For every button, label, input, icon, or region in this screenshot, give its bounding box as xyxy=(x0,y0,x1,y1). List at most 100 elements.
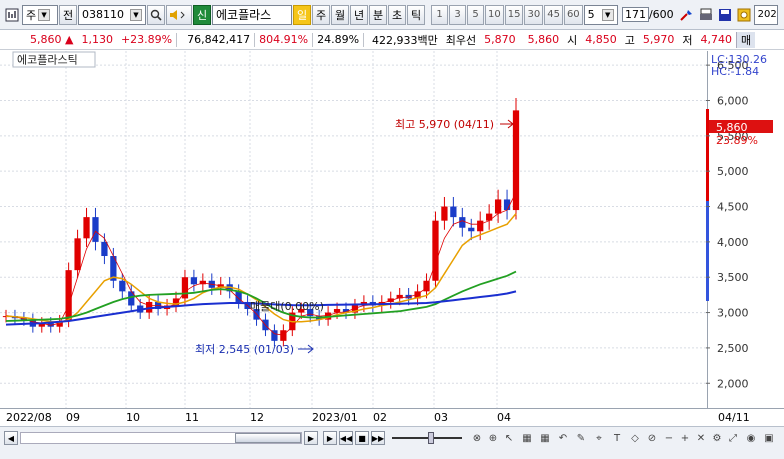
undo-icon[interactable]: ↶ xyxy=(556,432,570,444)
print-icon[interactable] xyxy=(697,5,715,25)
play-button[interactable]: ▶ xyxy=(323,431,337,445)
expand-icon[interactable]: ⤢ xyxy=(726,432,740,444)
date-field[interactable]: 2023 xyxy=(753,4,778,25)
candle-body xyxy=(450,206,457,218)
stock-name-field[interactable]: 에코플라스 xyxy=(212,4,292,25)
interval-3[interactable]: 3 xyxy=(449,4,466,25)
change: 1,130 xyxy=(81,33,113,46)
table-icon[interactable]: ▦ xyxy=(520,432,534,444)
scroll-track[interactable] xyxy=(20,432,302,444)
grid-icon[interactable]: ▦ xyxy=(538,432,552,444)
trade-tab[interactable]: 매 xyxy=(736,31,756,48)
current-pct-value: 23.89% xyxy=(716,134,758,147)
cursor-icon[interactable]: ⌖ xyxy=(592,432,606,444)
tab-tick[interactable]: 틱 xyxy=(407,4,425,25)
interval-5[interactable]: 5 xyxy=(467,4,484,25)
date-tick: 2022/08 xyxy=(6,411,52,424)
tool-icon[interactable]: ⊗ xyxy=(470,432,484,444)
zoom-slider-thumb[interactable] xyxy=(428,432,434,444)
candle-body xyxy=(468,227,475,232)
zoom-icon[interactable]: ⊕ xyxy=(486,432,500,444)
minus-icon[interactable]: − xyxy=(662,432,676,444)
change-pct: +23.89% xyxy=(120,33,173,46)
count-field[interactable]: 171/600 xyxy=(619,5,677,25)
price-tick-label: 5,000 xyxy=(717,165,749,178)
candle-body xyxy=(181,277,189,299)
navigation-bar: ◀ ▶ ▶ ◀◀ ■ ▶▶ ⊗ ⊕ ↖ ▦ ▦ ↶ ✎ ⌖ T ◇ ⊘ − + … xyxy=(0,426,784,459)
date-tick: 12 xyxy=(250,411,264,424)
date-tick-right: 04/11 xyxy=(718,411,750,424)
interval-15[interactable]: 15 xyxy=(504,4,524,25)
high-label: 고 xyxy=(624,33,635,47)
save-icon[interactable] xyxy=(716,5,734,25)
camera-icon[interactable]: ◉ xyxy=(744,432,758,444)
tab-month[interactable]: 월 xyxy=(331,4,349,25)
low-annotation: 최저 2,545 (01/03) xyxy=(195,343,294,356)
date-tick: 02 xyxy=(373,411,387,424)
volume: 76,842,417 xyxy=(187,33,251,46)
settings-icon[interactable]: ⚙ xyxy=(710,432,724,444)
date-axis: 2022/08 09 10 11 12 2023/01 02 03 04 04/… xyxy=(0,408,784,426)
legend-label: 에코플라스틱 xyxy=(17,54,78,67)
layout-icon[interactable]: ▣ xyxy=(762,432,776,444)
best-bid: 5,860 xyxy=(527,33,560,46)
price-chart[interactable]: 2,0002,5003,0003,5004,0004,5005,0005,500… xyxy=(0,51,784,408)
speaker-button[interactable] xyxy=(166,4,192,25)
interval-10[interactable]: 10 xyxy=(485,4,504,25)
volume-ratio: 804.91% xyxy=(259,33,309,46)
price-tick-label: 4,000 xyxy=(717,236,749,249)
eraser-icon[interactable]: ⊘ xyxy=(645,432,659,444)
zoom-slider[interactable] xyxy=(392,437,462,439)
candle-body xyxy=(441,206,448,221)
scroll-left-button[interactable]: ◀ xyxy=(4,431,18,445)
count-total: /600 xyxy=(648,8,674,21)
interval-60[interactable]: 60 xyxy=(563,4,583,25)
interval-30[interactable]: 30 xyxy=(524,4,544,25)
low-label: 저 xyxy=(682,33,693,47)
tab-week[interactable]: 주 xyxy=(312,4,330,25)
stop-button[interactable]: ■ xyxy=(355,431,369,445)
high-price: 5,970 xyxy=(642,33,675,46)
chart-menu-icon[interactable] xyxy=(3,5,21,25)
speaker-icon xyxy=(170,9,185,20)
draw-icon[interactable]: ✎ xyxy=(574,432,588,444)
shape-icon[interactable]: ◇ xyxy=(628,432,642,444)
candle-body xyxy=(74,238,81,271)
close-icon[interactable]: ✕ xyxy=(694,432,708,444)
quote-bar: 5,860 ▲ 1,130 +23.89% 76,842,417 804.91%… xyxy=(0,30,784,50)
interval-45[interactable]: 45 xyxy=(544,4,563,25)
period-button[interactable]: 전 xyxy=(59,4,77,25)
chevron-down-icon: ▼ xyxy=(130,8,142,21)
text-icon[interactable]: T xyxy=(610,432,624,444)
market-select[interactable]: 주 ▼ xyxy=(22,4,58,25)
plus-icon[interactable]: + xyxy=(678,432,692,444)
candle-body xyxy=(477,220,484,232)
toolbar: 주 ▼ 전 038110 ▼ 신 에코플라스 일 주 월 년 분 초 틱 1 3 5… xyxy=(0,0,784,30)
search-button[interactable] xyxy=(147,4,165,25)
gear-icon[interactable] xyxy=(735,5,753,25)
scroll-thumb[interactable] xyxy=(235,433,301,443)
ma-line-ma60 xyxy=(5,270,517,322)
down-volume-bar xyxy=(706,201,709,301)
search-icon xyxy=(150,9,162,21)
open-price: 4,850 xyxy=(585,33,617,46)
interval-1[interactable]: 1 xyxy=(431,4,448,25)
scroll-right-button[interactable]: ▶ xyxy=(304,431,318,445)
new-badge[interactable]: 신 xyxy=(193,4,211,25)
high-arrow-icon xyxy=(500,119,514,129)
tab-year[interactable]: 년 xyxy=(350,4,368,25)
best-ask: 5,870 xyxy=(484,33,516,46)
tools-icon[interactable] xyxy=(678,5,696,25)
open-label: 시 xyxy=(567,33,578,47)
price-axis: 2,0002,5003,0003,5004,0004,5005,0005,500… xyxy=(706,59,749,390)
pointer-icon[interactable]: ↖ xyxy=(502,432,516,444)
tab-day[interactable]: 일 xyxy=(293,4,311,25)
market-value: 주 xyxy=(26,8,37,22)
rewind-button[interactable]: ◀◀ xyxy=(339,431,353,445)
date-tick: 03 xyxy=(434,411,448,424)
code-input[interactable]: 038110 ▼ xyxy=(78,4,146,25)
tab-second[interactable]: 초 xyxy=(388,4,406,25)
forward-button[interactable]: ▶▶ xyxy=(371,431,385,445)
interval-select[interactable]: 5 ▼ xyxy=(583,4,618,25)
tab-minute[interactable]: 분 xyxy=(369,4,387,25)
